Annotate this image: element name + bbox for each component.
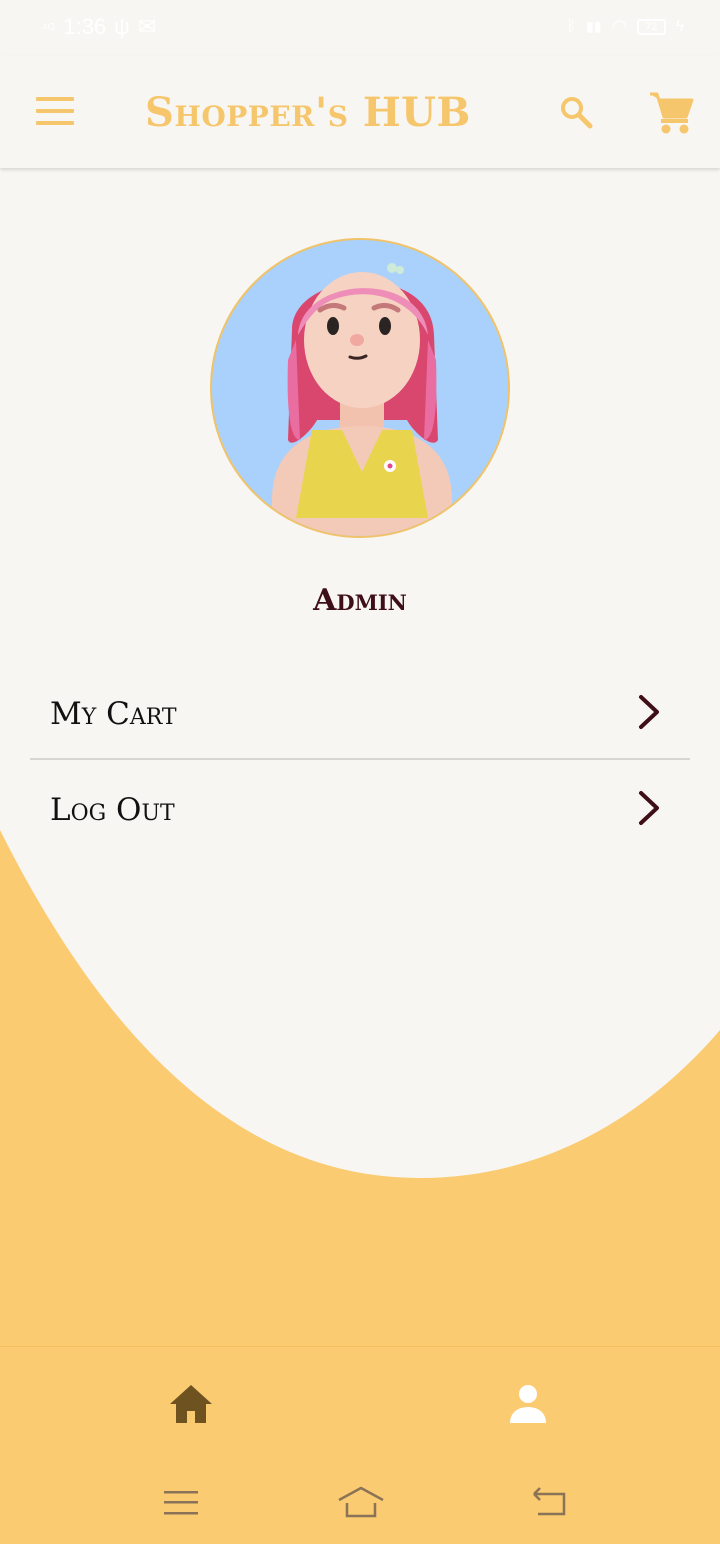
status-bar: 4G 1:36 ψ ✉ ᛒ ▮▮ ◠ 72 ϟ [0,0,720,56]
recent-apps-icon[interactable] [162,1488,200,1518]
menu-item-my-cart[interactable]: My Cart [30,666,690,760]
system-home-icon[interactable] [336,1484,386,1520]
menu-item-label: My Cart [50,696,177,732]
status-right: ᛒ ▮▮ ◠ 72 ϟ [567,16,684,37]
bluetooth-icon: ᛒ [566,17,577,35]
wifi-icon: ◠ [611,16,628,36]
charging-icon: ϟ [675,17,684,35]
usb-icon: ψ [114,14,130,39]
network-type: 4G [42,21,56,33]
menu-item-log-out[interactable]: Log Out [30,762,690,856]
chevron-right-icon [639,695,659,729]
signal-icon: ▮▮ [586,18,602,34]
app-bar: Shopper's HUB [0,56,720,168]
avatar [210,238,510,538]
battery-icon: 72 [637,18,666,35]
search-icon[interactable] [558,94,594,130]
username: Admin [313,583,407,618]
bottom-nav [0,1346,720,1460]
chevron-right-icon [639,791,659,825]
profile-icon[interactable] [506,1383,550,1425]
profile-screen: { "status_bar": { "network": "4G", "time… [0,0,720,1544]
status-time: 1:36 [63,14,107,39]
back-icon[interactable] [530,1486,570,1520]
menu-item-label: Log Out [50,792,175,828]
avatar-illustration [272,263,452,536]
cart-icon[interactable] [648,90,694,136]
system-nav-bar [0,1460,720,1544]
status-left: 4G 1:36 ψ ✉ [42,14,156,40]
app-title: Shopper's HUB [145,89,471,136]
hamburger-icon[interactable] [36,96,76,126]
home-icon[interactable] [168,1383,214,1425]
mail-icon: ✉ [137,14,157,39]
